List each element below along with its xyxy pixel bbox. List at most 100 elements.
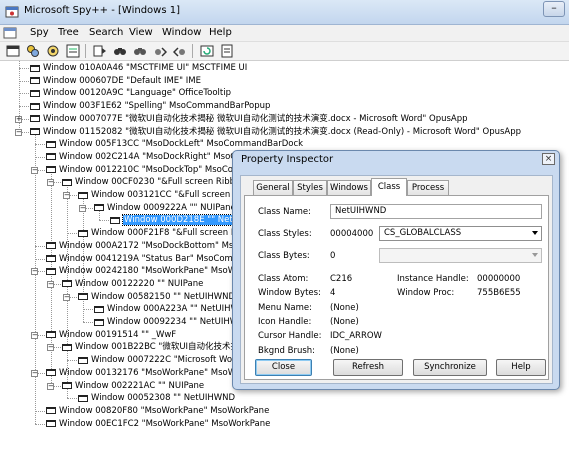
- collapse-icon[interactable]: −: [79, 204, 86, 212]
- tab-class[interactable]: Class: [371, 178, 407, 196]
- class-name-field[interactable]: NetUIHWND: [330, 204, 542, 219]
- menu-help[interactable]: Help: [209, 27, 232, 38]
- collapse-icon[interactable]: −: [15, 128, 22, 136]
- properties-icon[interactable]: [220, 44, 234, 58]
- tree-connector: [35, 144, 45, 146]
- tree-row[interactable]: Window 00191514 "" _WwF: [46, 329, 176, 341]
- tree-row[interactable]: Window 00820F80 "MsoWorkPane" MsoWorkPan…: [46, 405, 269, 417]
- menu-spy[interactable]: Spy: [30, 27, 49, 38]
- class-bytes-value: 0: [330, 251, 336, 261]
- threads-view-icon[interactable]: [46, 44, 60, 58]
- window-icon: [30, 64, 40, 72]
- window-icon: [94, 318, 104, 326]
- window-icon: [94, 204, 104, 212]
- tree-row-label: Window 000A223A "" NetUIHWND: [107, 304, 252, 315]
- dialog-title: Property Inspector: [241, 154, 334, 165]
- menu-tree[interactable]: Tree: [58, 27, 79, 38]
- bkgnd-brush-label: Bkgnd Brush:: [258, 346, 316, 356]
- cursor-handle-value: IDC_ARROW: [330, 331, 382, 341]
- window-icon: [46, 166, 56, 174]
- cursor-handle-label: Cursor Handle:: [258, 331, 322, 341]
- tree-row-label: Window 01152082 "微软UI自动化技术揭秘 微软UI自动化测试的技…: [43, 126, 522, 137]
- collapse-icon[interactable]: −: [63, 192, 70, 199]
- window-icon: [30, 128, 40, 135]
- collapse-icon[interactable]: −: [31, 268, 38, 276]
- tree-row[interactable]: Window 01152082 "微软UI自动化技术揭秘 微软UI自动化测试的技…: [30, 126, 521, 138]
- tab-styles[interactable]: Styles: [293, 180, 327, 195]
- windows-view-icon[interactable]: [6, 44, 20, 58]
- refresh-icon[interactable]: [200, 44, 214, 58]
- tab-process[interactable]: Process: [407, 180, 449, 195]
- search-icon[interactable]: [133, 44, 147, 58]
- menu-search[interactable]: Search: [89, 27, 123, 38]
- class-styles-combo-text: CS_GLOBALCLASS: [384, 228, 462, 238]
- tree-row[interactable]: Window 010A0A46 "MSCTFIME UI" MSCTFIME U…: [30, 62, 247, 74]
- tab-windows[interactable]: Windows: [327, 180, 371, 195]
- tree-row[interactable]: Window 00120A9C "Language" OfficeTooltip: [30, 87, 231, 99]
- tree-connector: [19, 93, 29, 95]
- collapse-icon[interactable]: −: [63, 293, 70, 301]
- collapse-icon[interactable]: −: [47, 344, 54, 352]
- collapse-icon[interactable]: −: [47, 280, 54, 288]
- log-messages-icon[interactable]: [93, 44, 107, 58]
- window-icon: [78, 191, 88, 199]
- window-proc-label: Window Proc:: [397, 288, 455, 298]
- window-icon: [62, 280, 72, 288]
- window-icon: [78, 356, 88, 364]
- tree-row[interactable]: Window 00092234 "" NetUIHWND: [94, 316, 251, 328]
- tree-connector: [67, 233, 77, 235]
- processes-view-icon[interactable]: [26, 44, 40, 58]
- help-button[interactable]: Help: [496, 359, 546, 376]
- find-window-icon[interactable]: [113, 44, 127, 58]
- window-icon: [30, 89, 40, 97]
- window-icon: [46, 407, 56, 415]
- messages-view-icon[interactable]: [66, 44, 80, 58]
- collapse-icon[interactable]: −: [47, 382, 54, 390]
- tree-row-label: Window 003F1E62 "Spelling" MsoCommandBar…: [43, 101, 271, 112]
- expand-icon[interactable]: +: [15, 115, 22, 123]
- synchronize-button[interactable]: Synchronize: [413, 359, 487, 376]
- spy-app-icon: [5, 6, 19, 18]
- window-icon: [46, 153, 56, 161]
- class-styles-value: 00004000: [330, 229, 374, 239]
- tree-row[interactable]: Window 0009222A "" NUIPane: [94, 202, 236, 214]
- collapse-icon[interactable]: −: [31, 369, 38, 377]
- collapse-icon[interactable]: −: [31, 331, 38, 339]
- tree-row-label: Window 00EC1FC2 "MsoWorkPane" MsoWorkPan…: [59, 418, 271, 429]
- tree-row[interactable]: Window 002221AC "" NUIPane: [62, 380, 204, 392]
- window-icon: [110, 216, 120, 224]
- menu-window[interactable]: Window: [162, 27, 201, 38]
- tree-row[interactable]: Window 0007077E "微软UI自动化技术揭秘 微软UI自动化测试的技…: [30, 113, 468, 125]
- tree-row[interactable]: Window 000A223A "" NetUIHWND: [94, 303, 252, 315]
- collapse-icon[interactable]: −: [31, 166, 38, 174]
- class-bytes-combo[interactable]: [379, 248, 542, 263]
- tree-row[interactable]: Window 00EC1FC2 "MsoWorkPane" MsoWorkPan…: [46, 418, 270, 430]
- tree-row-label: Window 00582150 "" NetUIHWND: [91, 291, 236, 302]
- tree-connector: [19, 106, 29, 108]
- search-next-icon[interactable]: [153, 44, 167, 58]
- class-styles-combo[interactable]: CS_GLOBALCLASS: [379, 226, 542, 241]
- tree-row[interactable]: Window 003F1E62 "Spelling" MsoCommandBar…: [30, 100, 270, 112]
- window-icon: [30, 77, 40, 85]
- window-bytes-value: 4: [330, 288, 336, 298]
- search-prev-icon[interactable]: [173, 44, 187, 58]
- tree-row[interactable]: Window 00582150 "" NetUIHWND: [78, 291, 235, 303]
- menu-view[interactable]: View: [129, 27, 153, 38]
- close-button[interactable]: Close: [255, 359, 312, 376]
- icon-handle-label: Icon Handle:: [258, 317, 312, 327]
- window-icon: [46, 255, 56, 262]
- minimize-button[interactable]: –: [543, 1, 565, 17]
- tab-general[interactable]: General: [253, 180, 293, 195]
- tree-row[interactable]: Window 00122220 "" NUIPane: [62, 278, 203, 290]
- tree-connector: [35, 423, 45, 425]
- tree-connector: [19, 80, 29, 82]
- dialog-close-icon[interactable]: ×: [542, 153, 555, 165]
- tree-row[interactable]: Window 005F13CC "MsoDockLeft" MsoCommand…: [46, 138, 303, 150]
- mdi-window-icon[interactable]: [3, 26, 17, 40]
- refresh-button[interactable]: Refresh: [333, 359, 403, 376]
- collapse-icon[interactable]: −: [47, 179, 54, 187]
- tree-row-label: Window 00092234 "" NetUIHWND: [107, 317, 252, 327]
- tree-row[interactable]: Window 00052308 "" NetUIHWND: [78, 392, 235, 404]
- window-proc-value: 755B6E55: [477, 288, 521, 298]
- tree-row[interactable]: Window 000607DE "Default IME" IME: [30, 75, 201, 87]
